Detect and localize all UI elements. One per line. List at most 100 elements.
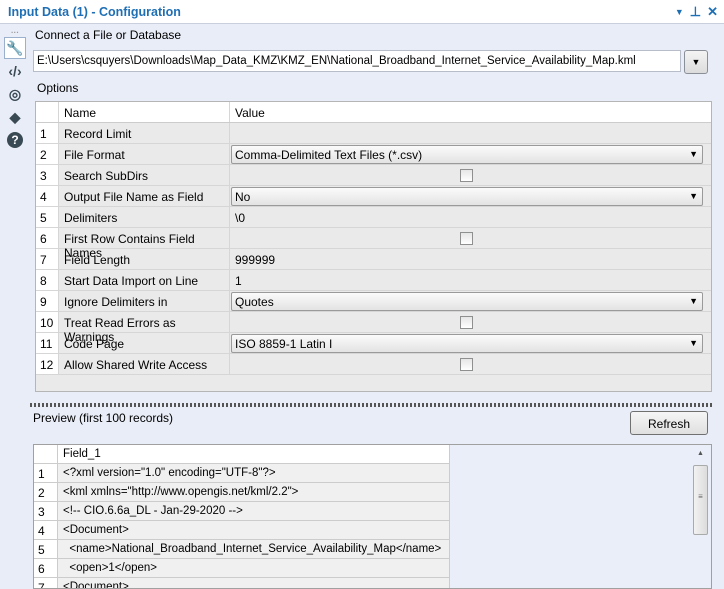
option-value[interactable]: \0 — [235, 211, 245, 225]
preview-cell[interactable]: <?xml version="1.0" encoding="UTF-8"?> — [58, 464, 450, 483]
row-number: 5 — [36, 207, 59, 227]
row-number: 7 — [34, 578, 58, 588]
connect-label: Connect a File or Database — [35, 28, 182, 42]
row-number: 9 — [36, 291, 59, 311]
option-select[interactable]: Quotes ▼ — [231, 292, 703, 311]
option-name: Record Limit — [59, 123, 230, 143]
row-number: 3 — [34, 502, 58, 521]
dropdown-icon[interactable]: ▼ — [675, 4, 684, 20]
option-row: 9 Ignore Delimiters in Quotes ▼ — [36, 291, 711, 312]
option-name: Delimiters — [59, 207, 230, 227]
option-value-cell[interactable]: \0 — [230, 207, 711, 227]
options-label: Options — [37, 81, 79, 95]
option-row: 5 Delimiters \0 — [36, 207, 711, 228]
compass-icon[interactable]: ◎ — [4, 83, 26, 105]
option-name: Start Data Import on Line — [59, 270, 230, 290]
row-number: 7 — [36, 249, 59, 269]
row-number: 12 — [36, 354, 59, 374]
option-name: Search SubDirs — [59, 165, 230, 185]
chevron-down-icon: ▼ — [689, 338, 698, 348]
close-icon[interactable]: ✕ — [707, 4, 718, 20]
row-number: 4 — [36, 186, 59, 206]
option-value-cell[interactable]: No ▼ — [230, 186, 711, 206]
option-name: Field Length — [59, 249, 230, 269]
row-number: 2 — [36, 144, 59, 164]
value-header: Value — [235, 106, 265, 120]
row-number: 6 — [36, 228, 59, 248]
tag-icon[interactable]: ◆ — [4, 106, 26, 128]
option-value-cell[interactable] — [230, 165, 711, 185]
preview-label: Preview (first 100 records) — [33, 411, 174, 425]
preview-cell[interactable]: <kml xmlns="http://www.opengis.net/kml/2… — [58, 483, 450, 502]
row-number: 10 — [36, 312, 59, 332]
preview-row: 3 <!-- CIO.6.6a_DL - Jan-29-2020 --> — [34, 502, 711, 521]
name-header: Name — [59, 102, 230, 122]
option-checkbox[interactable] — [460, 169, 473, 182]
window-title: Input Data (1) - Configuration — [8, 5, 181, 19]
option-row: 3 Search SubDirs — [36, 165, 711, 186]
option-value-cell[interactable] — [230, 312, 711, 332]
preview-cell[interactable]: <name>National_Broadband_Internet_Servic… — [58, 540, 450, 559]
file-path-input[interactable]: E:\Users\csquyers\Downloads\Map_Data_KMZ… — [33, 50, 681, 72]
option-row: 6 First Row Contains Field Names — [36, 228, 711, 260]
option-select[interactable]: ISO 8859-1 Latin I ▼ — [231, 334, 703, 353]
row-number: 8 — [36, 270, 59, 290]
option-checkbox[interactable] — [460, 232, 473, 245]
option-value-cell[interactable] — [230, 123, 711, 143]
option-checkbox[interactable] — [460, 316, 473, 329]
refresh-button[interactable]: Refresh — [630, 411, 708, 435]
window-titlebar: Input Data (1) - Configuration ▼ ⊥ ✕ — [0, 0, 724, 24]
scroll-thumb[interactable]: ≡ — [693, 465, 708, 535]
option-row: 10 Treat Read Errors as Warnings — [36, 312, 711, 344]
preview-cell[interactable]: <Document> — [58, 521, 450, 540]
row-number: 5 — [34, 540, 58, 559]
option-value[interactable]: 999999 — [235, 253, 275, 267]
option-name: First Row Contains Field Names — [59, 228, 230, 260]
preview-cell[interactable]: <!-- CIO.6.6a_DL - Jan-29-2020 --> — [58, 502, 450, 521]
side-toolbar: ··· 🔧 ‹/› ◎ ◆ ? — [4, 28, 26, 152]
option-value-cell[interactable]: Comma-Delimited Text Files (*.csv) ▼ — [230, 144, 711, 164]
option-value-cell[interactable]: 999999 — [230, 249, 711, 269]
option-select[interactable]: No ▼ — [231, 187, 703, 206]
row-number: 1 — [34, 464, 58, 483]
option-checkbox[interactable] — [460, 358, 473, 371]
row-number: 2 — [34, 483, 58, 502]
option-value-cell[interactable]: Quotes ▼ — [230, 291, 711, 311]
option-value-cell[interactable] — [230, 228, 711, 248]
option-select[interactable]: Comma-Delimited Text Files (*.csv) ▼ — [231, 145, 703, 164]
option-value-cell[interactable] — [230, 354, 711, 374]
preview-row: 4 <Document> — [34, 521, 711, 540]
option-name: Code Page — [59, 333, 230, 353]
row-number: 6 — [34, 559, 58, 578]
wrench-icon[interactable]: 🔧 — [4, 37, 26, 59]
option-row: 12 Allow Shared Write Access — [36, 354, 711, 375]
option-value[interactable]: 1 — [235, 274, 242, 288]
chevron-down-icon: ▼ — [689, 191, 698, 201]
vertical-scrollbar[interactable]: ▲ ≡ — [692, 447, 709, 588]
option-row: 7 Field Length 999999 — [36, 249, 711, 270]
chevron-down-icon: ▼ — [689, 149, 698, 159]
option-name: Treat Read Errors as Warnings — [59, 312, 230, 344]
preview-row: 2 <kml xmlns="http://www.opengis.net/kml/… — [34, 483, 711, 502]
preview-row: 1 <?xml version="1.0" encoding="UTF-8"?> — [34, 464, 711, 483]
chevron-down-icon: ▼ — [691, 57, 701, 67]
row-number: 3 — [36, 165, 59, 185]
file-browse-dropdown[interactable]: ▼ — [684, 50, 708, 74]
pin-icon[interactable]: ⊥ — [690, 4, 701, 20]
preview-row: 7 <Document> — [34, 578, 711, 588]
code-icon[interactable]: ‹/› — [4, 60, 26, 82]
preview-cell[interactable]: <Document> — [58, 578, 450, 588]
preview-cell[interactable]: <open>1</open> — [58, 559, 450, 578]
scroll-up-icon[interactable]: ▲ — [692, 447, 709, 461]
grip-icon: ··· — [11, 27, 19, 37]
help-icon[interactable]: ? — [4, 129, 26, 151]
option-value-cell[interactable]: 1 — [230, 270, 711, 290]
option-name: Output File Name as Field — [59, 186, 230, 206]
option-row: 11 Code Page ISO 8859-1 Latin I ▼ — [36, 333, 711, 354]
field-header[interactable]: Field_1 — [58, 445, 450, 464]
option-row: 4 Output File Name as Field No ▼ — [36, 186, 711, 207]
option-value-cell[interactable]: ISO 8859-1 Latin I ▼ — [230, 333, 711, 353]
option-name: Ignore Delimiters in — [59, 291, 230, 311]
option-row: 1 Record Limit — [36, 123, 711, 144]
splitter[interactable] — [30, 403, 712, 407]
